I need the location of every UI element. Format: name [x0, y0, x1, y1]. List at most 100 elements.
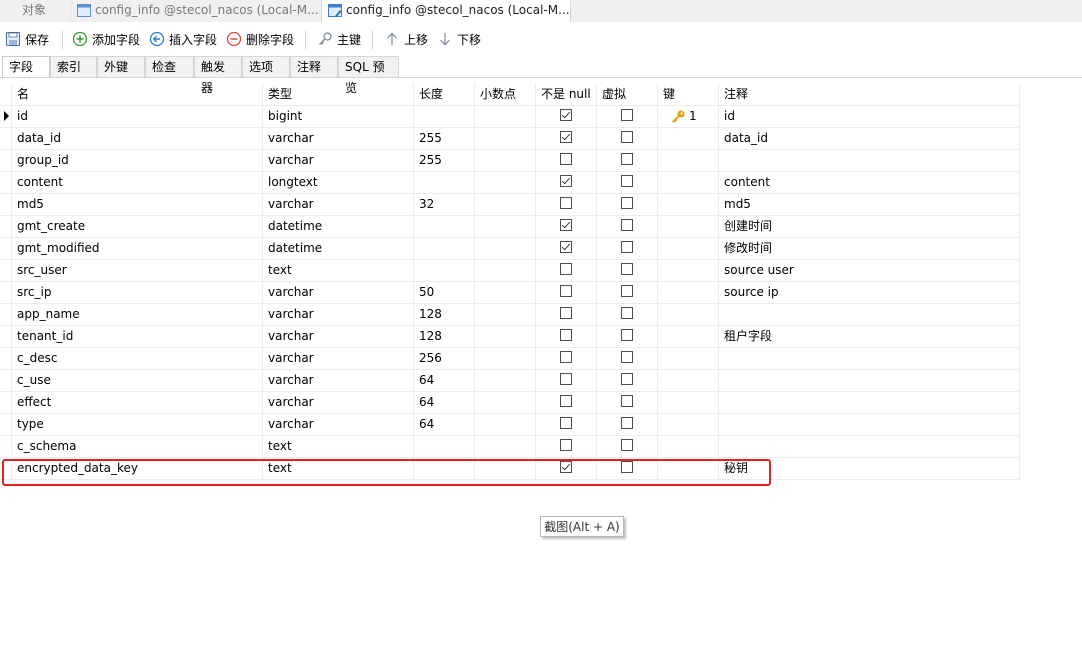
- field-row[interactable]: gmt_create datetime 创建时间: [0, 215, 1020, 238]
- column-header-not-null[interactable]: 不是 null: [536, 83, 597, 105]
- field-length-cell[interactable]: 128: [414, 325, 475, 347]
- field-comment-cell[interactable]: source ip: [719, 281, 1020, 303]
- virtual-checkbox[interactable]: [621, 439, 633, 451]
- not-null-checkbox[interactable]: [560, 373, 572, 385]
- field-decimals-cell[interactable]: [475, 215, 536, 237]
- virtual-checkbox[interactable]: [621, 197, 633, 209]
- tab-fields[interactable]: 字段: [2, 56, 50, 78]
- virtual-checkbox[interactable]: [621, 285, 633, 297]
- field-length-cell[interactable]: 64: [414, 369, 475, 391]
- field-type-cell[interactable]: bigint: [263, 105, 414, 127]
- column-header-comment[interactable]: 注释: [719, 83, 1020, 105]
- field-comment-cell[interactable]: data_id: [719, 127, 1020, 149]
- field-row[interactable]: id bigint 1 id: [0, 105, 1020, 128]
- field-row[interactable]: c_use varchar 64: [0, 369, 1020, 392]
- not-null-checkbox[interactable]: [560, 219, 572, 231]
- field-key-cell[interactable]: [658, 237, 719, 259]
- tab-sql-preview[interactable]: SQL 预览: [338, 56, 399, 95]
- field-type-cell[interactable]: varchar: [263, 281, 414, 303]
- field-name-cell[interactable]: md5: [12, 193, 263, 215]
- field-type-cell[interactable]: text: [263, 259, 414, 281]
- not-null-checkbox[interactable]: [560, 131, 572, 143]
- field-row[interactable]: c_desc varchar 256: [0, 347, 1020, 370]
- not-null-checkbox[interactable]: [560, 395, 572, 407]
- field-decimals-cell[interactable]: [475, 325, 536, 347]
- not-null-checkbox[interactable]: [560, 285, 572, 297]
- field-length-cell[interactable]: [414, 171, 475, 193]
- not-null-checkbox[interactable]: [560, 307, 572, 319]
- field-comment-cell[interactable]: [719, 149, 1020, 171]
- field-decimals-cell[interactable]: [475, 149, 536, 171]
- field-type-cell[interactable]: datetime: [263, 237, 414, 259]
- field-decimals-cell[interactable]: [475, 193, 536, 215]
- field-length-cell[interactable]: [414, 259, 475, 281]
- field-length-cell[interactable]: 255: [414, 127, 475, 149]
- column-header-decimals[interactable]: 小数点: [475, 83, 536, 105]
- field-length-cell[interactable]: 255: [414, 149, 475, 171]
- virtual-checkbox[interactable]: [621, 175, 633, 187]
- save-button[interactable]: 保存: [5, 30, 49, 50]
- column-header-virtual[interactable]: 虚拟: [597, 83, 658, 105]
- field-comment-cell[interactable]: 租户字段: [719, 325, 1020, 347]
- field-name-cell[interactable]: gmt_create: [12, 215, 263, 237]
- field-name-cell[interactable]: type: [12, 413, 263, 435]
- field-key-cell[interactable]: [658, 127, 719, 149]
- field-name-cell[interactable]: effect: [12, 391, 263, 413]
- field-comment-cell[interactable]: [719, 413, 1020, 435]
- field-row[interactable]: group_id varchar 255: [0, 149, 1020, 172]
- field-decimals-cell[interactable]: [475, 435, 536, 457]
- field-length-cell[interactable]: [414, 215, 475, 237]
- virtual-checkbox[interactable]: [621, 263, 633, 275]
- field-name-cell[interactable]: c_desc: [12, 347, 263, 369]
- field-name-cell[interactable]: c_use: [12, 369, 263, 391]
- field-length-cell[interactable]: 256: [414, 347, 475, 369]
- field-type-cell[interactable]: longtext: [263, 171, 414, 193]
- column-header-type[interactable]: 类型: [263, 83, 414, 105]
- field-key-cell[interactable]: [658, 281, 719, 303]
- field-comment-cell[interactable]: [719, 303, 1020, 325]
- virtual-checkbox[interactable]: [621, 351, 633, 363]
- not-null-checkbox[interactable]: [560, 417, 572, 429]
- move-up-button[interactable]: 上移: [384, 30, 428, 50]
- field-key-cell[interactable]: [658, 391, 719, 413]
- field-decimals-cell[interactable]: [475, 259, 536, 281]
- not-null-checkbox[interactable]: [560, 241, 572, 253]
- column-header-length[interactable]: 长度: [414, 83, 475, 105]
- move-down-button[interactable]: 下移: [437, 30, 481, 50]
- field-decimals-cell[interactable]: [475, 105, 536, 127]
- field-key-cell[interactable]: [658, 193, 719, 215]
- tab-triggers[interactable]: 触发器: [194, 56, 242, 95]
- field-comment-cell[interactable]: 创建时间: [719, 215, 1020, 237]
- tab-indexes[interactable]: 索引: [50, 56, 97, 77]
- field-comment-cell[interactable]: [719, 435, 1020, 457]
- field-length-cell[interactable]: 50: [414, 281, 475, 303]
- field-key-cell[interactable]: [658, 347, 719, 369]
- field-length-cell[interactable]: [414, 237, 475, 259]
- field-decimals-cell[interactable]: [475, 127, 536, 149]
- virtual-checkbox[interactable]: [621, 395, 633, 407]
- field-row[interactable]: data_id varchar 255 data_id: [0, 127, 1020, 150]
- primary-key-button[interactable]: 主键: [317, 30, 361, 50]
- field-decimals-cell[interactable]: [475, 303, 536, 325]
- field-comment-cell[interactable]: [719, 369, 1020, 391]
- field-comment-cell[interactable]: content: [719, 171, 1020, 193]
- delete-field-button[interactable]: 删除字段: [226, 30, 294, 50]
- virtual-checkbox[interactable]: [621, 307, 633, 319]
- field-type-cell[interactable]: varchar: [263, 325, 414, 347]
- field-row[interactable]: src_user text source user: [0, 259, 1020, 282]
- not-null-checkbox[interactable]: [560, 175, 572, 187]
- not-null-checkbox[interactable]: [560, 263, 572, 275]
- field-comment-cell[interactable]: md5: [719, 193, 1020, 215]
- field-row[interactable]: app_name varchar 128: [0, 303, 1020, 326]
- field-length-cell[interactable]: 128: [414, 303, 475, 325]
- field-decimals-cell[interactable]: [475, 171, 536, 193]
- not-null-checkbox[interactable]: [560, 329, 572, 341]
- field-decimals-cell[interactable]: [475, 391, 536, 413]
- field-row[interactable]: effect varchar 64: [0, 391, 1020, 414]
- tab-options[interactable]: 选项: [242, 56, 290, 77]
- tab-comment[interactable]: 注释: [290, 56, 338, 77]
- field-type-cell[interactable]: varchar: [263, 303, 414, 325]
- field-name-cell[interactable]: app_name: [12, 303, 263, 325]
- field-comment-cell[interactable]: source user: [719, 259, 1020, 281]
- field-type-cell[interactable]: varchar: [263, 347, 414, 369]
